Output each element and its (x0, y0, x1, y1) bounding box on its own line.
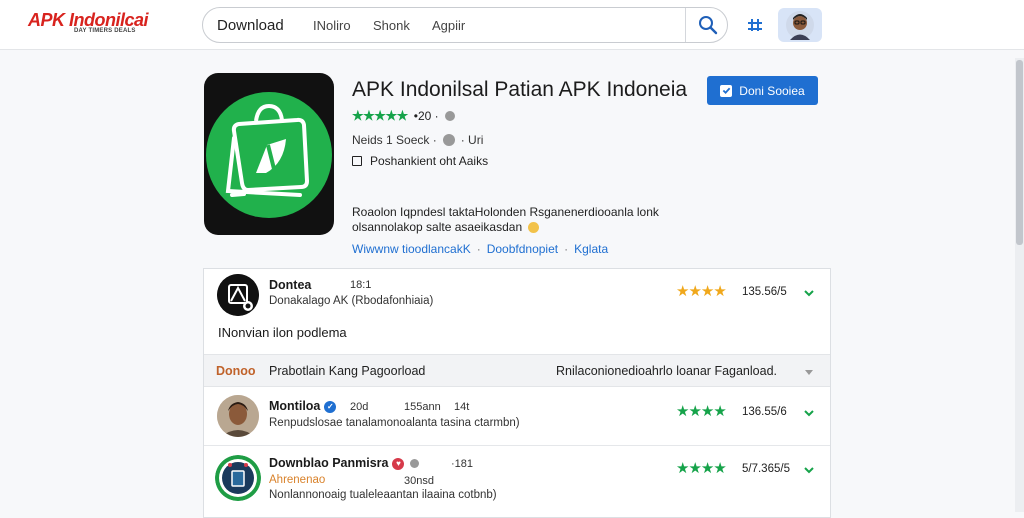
row-stars: ★★★★ (676, 460, 727, 477)
search-chip-3[interactable]: Agpiir (432, 18, 465, 33)
info-icon (444, 111, 455, 121)
app-description: Roaolon Iqpndesl taktaHolonden Rsganener… (352, 205, 682, 235)
verified-icon: ✓ (324, 400, 337, 413)
info-icon (410, 459, 420, 469)
profile-photo-icon (217, 395, 259, 437)
app-logo-icon (206, 92, 332, 218)
row-score: 5/7.365/5 (742, 463, 790, 475)
link-3[interactable]: Kglata (574, 242, 608, 256)
review-list: Dontea 18:1 Donakalago AK (Rbodafonhiaia… (203, 268, 831, 518)
app-meta: Neids 1 Soeck · · Uri (352, 133, 483, 147)
row-name-wrap: Downblao Panmisra ♥ (269, 456, 420, 470)
app-title: APK Indonilsal Patian APK Indoneia (352, 78, 688, 101)
top-bar: APK Indonilcai DAY TIMERS DEALS Download… (0, 0, 1024, 50)
scrollbar-thumb[interactable] (1016, 60, 1023, 245)
row-meta: 20d (350, 401, 369, 413)
section-title: Prabotlain Kang Pagoorload (269, 364, 426, 378)
meta-text: Neids 1 Soeck · (352, 133, 437, 147)
row-stars: ★★★★ (676, 283, 727, 300)
row-meta: 155ann (404, 401, 441, 413)
section-summary: Rnilaconionedioahrlo loanar Faganload. (556, 364, 777, 378)
row-score: 136.55/6 (742, 406, 787, 418)
site-logo[interactable]: APK Indonilcai DAY TIMERS DEALS (28, 10, 149, 40)
list-item[interactable]: Dontea 18:1 Donakalago AK (Rbodafonhiaia… (204, 269, 830, 354)
row-name: Dontea (269, 278, 312, 292)
search-chip-1[interactable]: INoliro (313, 18, 351, 33)
avatar (217, 395, 259, 437)
apps-grid-icon (748, 19, 762, 31)
chevron-down-icon[interactable] (802, 406, 816, 420)
checkbox-label: Poshankient oht Aaiks (370, 154, 489, 168)
row-subtitle: Renpudslosae tanalamonoalanta tasina cta… (269, 417, 520, 429)
search-input[interactable]: Download (217, 17, 284, 34)
row-meta: ·181 (451, 458, 474, 470)
rating-count: •20 · (413, 109, 439, 123)
user-avatar[interactable] (778, 8, 822, 42)
download-button[interactable]: Doni Sooiea (707, 76, 818, 105)
avatar (217, 274, 259, 316)
avatar (215, 455, 261, 501)
profile-photo-icon (786, 11, 814, 40)
row-name: Montiloa (269, 399, 321, 413)
link-2[interactable]: Doobfdnopiet (487, 242, 558, 256)
row-subtitle-tag: Ahrenenao (269, 474, 326, 486)
globe-icon (442, 134, 455, 146)
app-rating: ★★★★★ •20 · (352, 108, 455, 124)
app-links: Wiwwnw tioodlancakK · Doobfdnopiet · Kgl… (352, 242, 608, 256)
list-item[interactable]: Downblao Panmisra ♥ ·181 Ahrenenao 30nsd … (204, 447, 830, 517)
link-separator: · (476, 242, 481, 256)
row-body: INonvian ilon podlema (218, 325, 347, 340)
row-meta: 18:1 (350, 279, 372, 291)
row-meta: 30nsd (404, 475, 434, 487)
permission-check[interactable]: Poshankient oht Aaiks (352, 154, 488, 168)
row-name: Downblao Panmisra (269, 456, 389, 470)
row-score: 135.56/5 (742, 286, 787, 298)
list-item[interactable]: Montiloa ✓ 20d 155ann 14t Renpudslosae ta… (204, 389, 830, 446)
download-button-label: Doni Sooiea (739, 83, 805, 98)
link-1[interactable]: Wiwwnw tioodlancakK (352, 242, 471, 256)
chevron-down-icon[interactable] (802, 463, 816, 477)
dropdown-icon[interactable] (804, 367, 814, 377)
row-stars: ★★★★ (676, 403, 727, 420)
row-subtitle: Donakalago AK (Rbodafonhiaia) (269, 295, 434, 307)
shield-badge-icon (215, 455, 261, 501)
search-bar[interactable]: Download INoliro Shonk Agpiir (202, 7, 728, 43)
row-meta: 14t (454, 401, 470, 413)
chevron-down-icon[interactable] (802, 286, 816, 300)
app-icon (204, 73, 334, 235)
search-icon (699, 16, 718, 35)
search-button[interactable] (688, 8, 728, 42)
emoji-icon (528, 222, 540, 234)
link-separator: · (564, 242, 569, 256)
description-text: Roaolon Iqpndesl taktaHolonden Rsganener… (352, 205, 659, 234)
checkbox[interactable] (352, 156, 362, 166)
heart-icon: ♥ (392, 457, 405, 470)
app-badge-icon (217, 274, 259, 316)
section-header[interactable]: Donoo Prabotlain Kang Pagoorload Rnilaco… (204, 354, 830, 387)
row-name-wrap: Montiloa ✓ (269, 399, 337, 413)
logo-text: APK Indonilcai (28, 10, 149, 30)
row-subtitle: Nonlannonoaig tualeleaantan ilaaina cotb… (269, 489, 497, 501)
apps-button[interactable] (745, 15, 765, 35)
rating-stars: ★★★★★ (352, 108, 408, 123)
check-icon (720, 84, 733, 97)
meta-after: · Uri (460, 133, 484, 147)
search-chip-2[interactable]: Shonk (373, 18, 410, 33)
search-divider (685, 8, 686, 42)
section-tag: Donoo (216, 364, 256, 378)
